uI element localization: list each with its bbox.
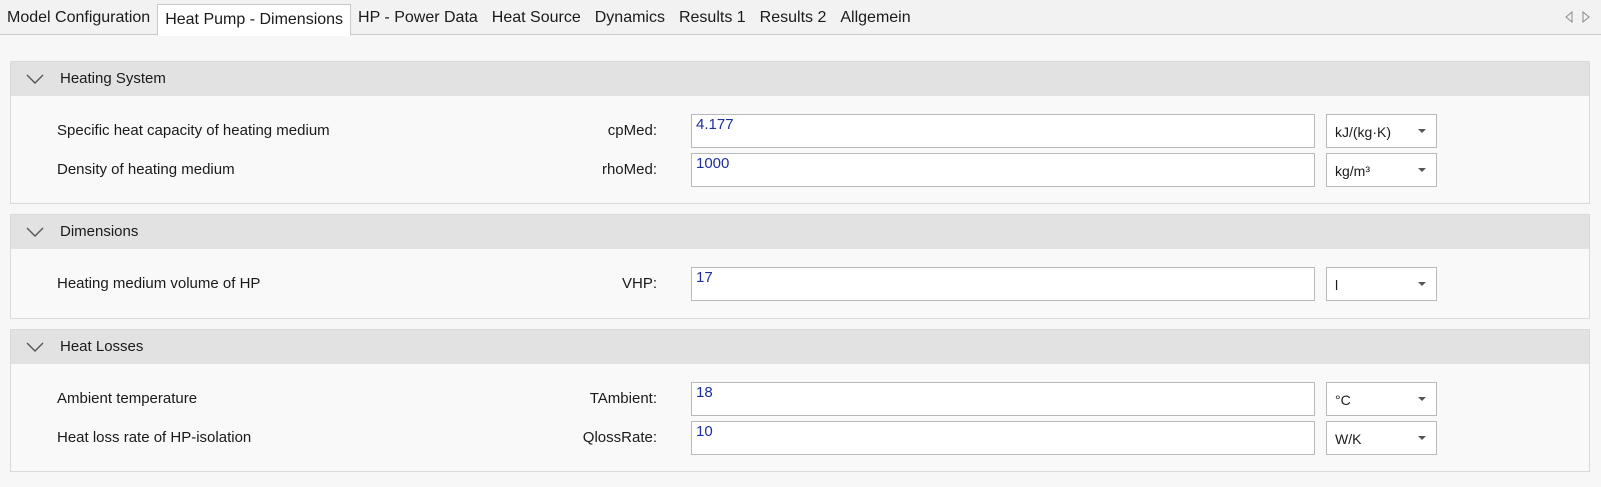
tab-results-1[interactable]: Results 1 <box>672 3 753 33</box>
param-variable: VHP: <box>621 275 657 292</box>
unit-dropdown[interactable]: kJ/(kg·K) <box>1326 114 1437 148</box>
param-label: Heat loss rate of HP-isolation <box>57 429 252 446</box>
tab-heat-pump-dimensions[interactable]: Heat Pump - Dimensions <box>157 4 352 36</box>
tab-strip: Model Configuration Heat Pump - Dimensio… <box>0 3 918 36</box>
section-heat-losses: Heat Losses Ambient temperature TAmbient… <box>10 329 1590 472</box>
unit-value: °C <box>1335 392 1351 408</box>
section-title: Heat Losses <box>60 338 144 355</box>
param-row: Heating medium volume of HP VHP: 17 l <box>11 267 1589 301</box>
unit-dropdown[interactable]: kg/m³ <box>1326 153 1437 187</box>
scroll-tabs-left-button[interactable] <box>1562 10 1576 24</box>
tab-model-configuration[interactable]: Model Configuration <box>0 3 157 33</box>
section-header[interactable]: Heating System <box>11 62 1589 96</box>
section-title: Dimensions <box>60 223 139 240</box>
param-value-input[interactable]: 10 <box>691 421 1315 455</box>
tab-allgemein[interactable]: Allgemein <box>833 3 917 33</box>
param-variable: QlossRate: <box>582 429 657 446</box>
unit-value: W/K <box>1335 431 1362 447</box>
param-variable: cpMed: <box>607 122 657 139</box>
unit-value: kg/m³ <box>1335 163 1370 179</box>
tab-hp-power-data[interactable]: HP - Power Data <box>351 3 485 33</box>
param-value-input[interactable]: 1000 <box>691 153 1315 187</box>
section-heating-system: Heating System Specific heat capacity of… <box>10 61 1590 204</box>
tab-results-2[interactable]: Results 2 <box>753 3 834 33</box>
param-row: Specific heat capacity of heating medium… <box>11 114 1589 148</box>
section-title: Heating System <box>60 70 166 87</box>
param-value-input[interactable]: 18 <box>691 382 1315 416</box>
param-label: Specific heat capacity of heating medium <box>57 122 330 139</box>
caret-down-icon <box>1418 129 1426 133</box>
tab-heat-source[interactable]: Heat Source <box>485 3 588 33</box>
section-dimensions: Dimensions Heating medium volume of HP V… <box>10 214 1590 319</box>
param-variable: rhoMed: <box>601 161 657 178</box>
caret-down-icon <box>1418 397 1426 401</box>
triangle-right-icon <box>1582 11 1590 23</box>
unit-value: kJ/(kg·K) <box>1335 124 1391 140</box>
param-variable: TAmbient: <box>589 390 657 407</box>
chevron-down-icon <box>26 74 44 84</box>
section-header[interactable]: Dimensions <box>11 215 1589 249</box>
param-value-input[interactable]: 4.177 <box>691 114 1315 148</box>
unit-value: l <box>1335 277 1339 293</box>
unit-dropdown[interactable]: °C <box>1326 382 1437 416</box>
triangle-left-icon <box>1565 11 1573 23</box>
section-header[interactable]: Heat Losses <box>11 330 1589 364</box>
param-row: Ambient temperature TAmbient: 18 °C <box>11 382 1589 416</box>
param-row: Density of heating medium rhoMed: 1000 k… <box>11 153 1589 187</box>
unit-dropdown[interactable]: l <box>1326 267 1437 301</box>
param-label: Ambient temperature <box>57 390 198 407</box>
caret-down-icon <box>1418 436 1426 440</box>
chevron-down-icon <box>26 227 44 237</box>
param-label: Density of heating medium <box>57 161 235 178</box>
scroll-tabs-right-button[interactable] <box>1579 10 1593 24</box>
param-value-input[interactable]: 17 <box>691 267 1315 301</box>
tab-bar: Model Configuration Heat Pump - Dimensio… <box>0 0 1601 36</box>
caret-down-icon <box>1418 168 1426 172</box>
param-row: Heat loss rate of HP-isolation QlossRate… <box>11 421 1589 455</box>
unit-dropdown[interactable]: W/K <box>1326 421 1437 455</box>
chevron-down-icon <box>26 342 44 352</box>
tab-dynamics[interactable]: Dynamics <box>588 3 672 33</box>
caret-down-icon <box>1418 282 1426 286</box>
param-label: Heating medium volume of HP <box>57 275 261 292</box>
